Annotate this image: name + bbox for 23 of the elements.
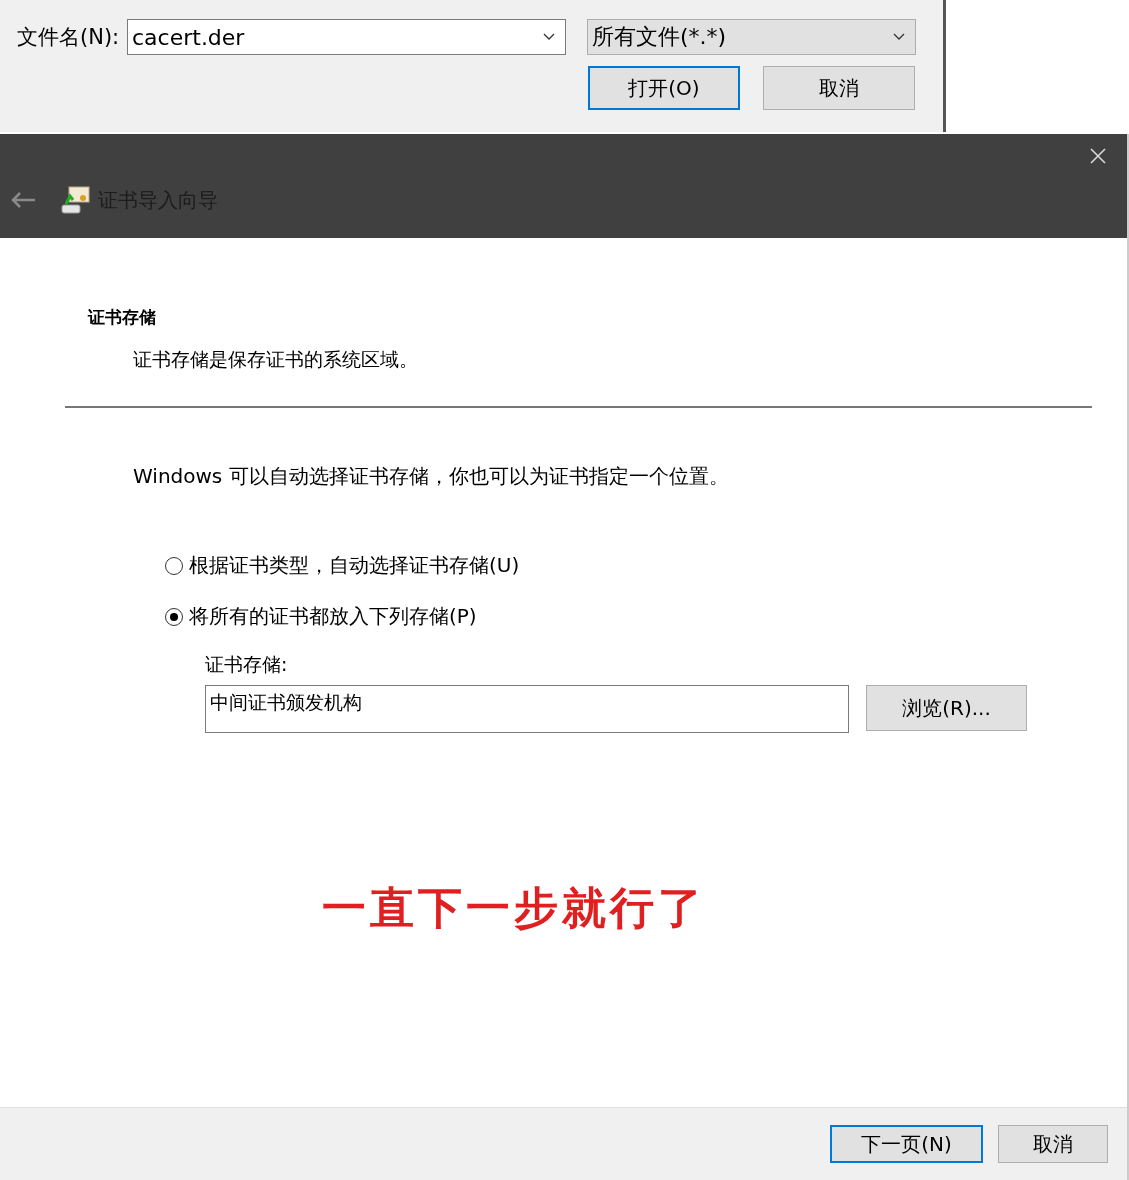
next-button[interactable]: 下一页(N) [830,1125,983,1163]
intro-text: Windows 可以自动选择证书存储，你也可以为证书指定一个位置。 [133,463,730,490]
radio-button[interactable] [165,556,183,575]
chevron-down-icon [893,33,905,41]
cancel-button[interactable]: 取消 [998,1125,1108,1163]
radio-button[interactable] [165,607,183,626]
certificate-icon [61,186,91,214]
chevron-down-icon [543,33,555,41]
radio-option[interactable]: 将所有的证书都放入下列存储(P) [165,603,1127,630]
store-field[interactable]: 中间证书颁发机构 [205,685,849,733]
section-title: 证书存储 [88,306,157,329]
back-arrow-icon[interactable] [10,191,36,209]
filename-field[interactable]: cacert.der [127,19,566,55]
close-icon[interactable] [1090,148,1106,164]
cancel-button[interactable]: 取消 [763,66,915,110]
filename-label: 文件名(N): [17,24,121,51]
open-button[interactable]: 打开(O) [588,66,740,110]
store-label: 证书存储: [205,652,289,677]
section-description: 证书存储是保存证书的系统区域。 [133,347,419,372]
radio-option[interactable]: 根据证书类型，自动选择证书存储(U) [165,552,1127,579]
annotation-text: 一直下一步就行了 [322,881,707,935]
filetype-dropdown[interactable]: 所有文件(*.*) [587,19,916,55]
browse-button[interactable]: 浏览(R)... [866,685,1027,731]
